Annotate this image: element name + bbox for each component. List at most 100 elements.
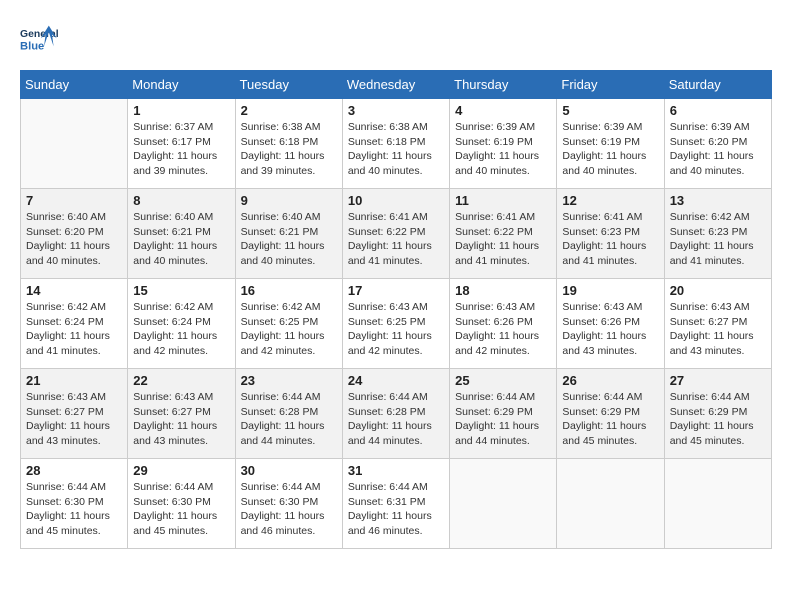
calendar-cell: 22Sunrise: 6:43 AMSunset: 6:27 PMDayligh… bbox=[128, 369, 235, 459]
header-sunday: Sunday bbox=[21, 71, 128, 99]
calendar-header-row: SundayMondayTuesdayWednesdayThursdayFrid… bbox=[21, 71, 772, 99]
day-number: 13 bbox=[670, 193, 766, 208]
calendar-cell: 24 Sunrise: 6:44 AMSunset: 6:28 PMDayligh… bbox=[342, 369, 449, 459]
day-info: Sunrise: 6:44 AMSunset: 6:29 PMDaylight:… bbox=[455, 390, 551, 449]
calendar-cell: 9 Sunrise: 6:40 AMSunset: 6:21 PMDaylight… bbox=[235, 189, 342, 279]
day-info: Sunrise: 6:40 AMSunset: 6:21 PMDaylight:… bbox=[241, 210, 337, 269]
day-number: 4 bbox=[455, 103, 551, 118]
calendar-cell: 30Sunrise: 6:44 AMSunset: 6:30 PMDayligh… bbox=[235, 459, 342, 549]
calendar-cell: 29Sunrise: 6:44 AMSunset: 6:30 PMDayligh… bbox=[128, 459, 235, 549]
calendar-cell: 23 Sunrise: 6:44 AMSunset: 6:28 PMDayligh… bbox=[235, 369, 342, 459]
day-number: 23 bbox=[241, 373, 337, 388]
day-number: 9 bbox=[241, 193, 337, 208]
calendar-week-row: 21 Sunrise: 6:43 AMSunset: 6:27 PMDayligh… bbox=[21, 369, 772, 459]
calendar-cell: 16 Sunrise: 6:42 AMSunset: 6:25 PMDayligh… bbox=[235, 279, 342, 369]
day-info: Sunrise: 6:40 AMSunset: 6:20 PMDaylight:… bbox=[26, 210, 122, 269]
day-info: Sunrise: 6:43 AMSunset: 6:27 PMDaylight:… bbox=[26, 390, 122, 449]
calendar-cell: 10 Sunrise: 6:41 AMSunset: 6:22 PMDayligh… bbox=[342, 189, 449, 279]
day-info: Sunrise: 6:40 AMSunset: 6:21 PMDaylight:… bbox=[133, 210, 229, 269]
logo: General Blue bbox=[20, 20, 65, 60]
day-number: 21 bbox=[26, 373, 122, 388]
header-saturday: Saturday bbox=[664, 71, 771, 99]
day-info: Sunrise: 6:44 AMSunset: 6:29 PMDaylight:… bbox=[670, 390, 766, 449]
day-number: 14 bbox=[26, 283, 122, 298]
calendar-cell: 31Sunrise: 6:44 AMSunset: 6:31 PMDayligh… bbox=[342, 459, 449, 549]
day-info: Sunrise: 6:43 AMSunset: 6:27 PMDaylight:… bbox=[670, 300, 766, 359]
logo-icon: General Blue bbox=[20, 20, 60, 60]
day-number: 6 bbox=[670, 103, 766, 118]
day-info: Sunrise: 6:38 AMSunset: 6:18 PMDaylight:… bbox=[241, 120, 337, 179]
day-info: Sunrise: 6:39 AMSunset: 6:19 PMDaylight:… bbox=[455, 120, 551, 179]
day-number: 5 bbox=[562, 103, 658, 118]
calendar-cell: 11Sunrise: 6:41 AMSunset: 6:22 PMDayligh… bbox=[450, 189, 557, 279]
day-number: 7 bbox=[26, 193, 122, 208]
calendar-cell: 7 Sunrise: 6:40 AMSunset: 6:20 PMDaylight… bbox=[21, 189, 128, 279]
calendar-cell: 12 Sunrise: 6:41 AMSunset: 6:23 PMDayligh… bbox=[557, 189, 664, 279]
calendar-cell: 2 Sunrise: 6:38 AMSunset: 6:18 PMDaylight… bbox=[235, 99, 342, 189]
calendar-week-row: 14 Sunrise: 6:42 AMSunset: 6:24 PMDayligh… bbox=[21, 279, 772, 369]
calendar-cell: 4 Sunrise: 6:39 AMSunset: 6:19 PMDaylight… bbox=[450, 99, 557, 189]
day-info: Sunrise: 6:38 AMSunset: 6:18 PMDaylight:… bbox=[348, 120, 444, 179]
day-number: 18 bbox=[455, 283, 551, 298]
day-number: 30 bbox=[241, 463, 337, 478]
day-info: Sunrise: 6:43 AMSunset: 6:26 PMDaylight:… bbox=[562, 300, 658, 359]
calendar-cell: 19 Sunrise: 6:43 AMSunset: 6:26 PMDayligh… bbox=[557, 279, 664, 369]
day-info: Sunrise: 6:42 AMSunset: 6:24 PMDaylight:… bbox=[133, 300, 229, 359]
svg-text:Blue: Blue bbox=[20, 41, 44, 53]
header-thursday: Thursday bbox=[450, 71, 557, 99]
day-info: Sunrise: 6:43 AMSunset: 6:26 PMDaylight:… bbox=[455, 300, 551, 359]
day-number: 22 bbox=[133, 373, 229, 388]
calendar-week-row: 1Sunrise: 6:37 AMSunset: 6:17 PMDaylight… bbox=[21, 99, 772, 189]
day-number: 2 bbox=[241, 103, 337, 118]
day-number: 24 bbox=[348, 373, 444, 388]
calendar-cell: 5 Sunrise: 6:39 AMSunset: 6:19 PMDaylight… bbox=[557, 99, 664, 189]
day-info: Sunrise: 6:42 AMSunset: 6:25 PMDaylight:… bbox=[241, 300, 337, 359]
header-monday: Monday bbox=[128, 71, 235, 99]
day-number: 16 bbox=[241, 283, 337, 298]
calendar-cell: 17 Sunrise: 6:43 AMSunset: 6:25 PMDayligh… bbox=[342, 279, 449, 369]
page-header: General Blue bbox=[20, 20, 772, 60]
header-friday: Friday bbox=[557, 71, 664, 99]
calendar-cell: 13 Sunrise: 6:42 AMSunset: 6:23 PMDayligh… bbox=[664, 189, 771, 279]
day-number: 25 bbox=[455, 373, 551, 388]
calendar-cell bbox=[557, 459, 664, 549]
day-number: 31 bbox=[348, 463, 444, 478]
header-tuesday: Tuesday bbox=[235, 71, 342, 99]
day-number: 29 bbox=[133, 463, 229, 478]
day-number: 10 bbox=[348, 193, 444, 208]
day-number: 12 bbox=[562, 193, 658, 208]
day-number: 19 bbox=[562, 283, 658, 298]
day-info: Sunrise: 6:44 AMSunset: 6:28 PMDaylight:… bbox=[241, 390, 337, 449]
calendar-cell: 27 Sunrise: 6:44 AMSunset: 6:29 PMDayligh… bbox=[664, 369, 771, 459]
calendar-cell: 14Sunrise: 6:42 AMSunset: 6:24 PMDayligh… bbox=[21, 279, 128, 369]
calendar-cell: 28 Sunrise: 6:44 AMSunset: 6:30 PMDayligh… bbox=[21, 459, 128, 549]
calendar-week-row: 7 Sunrise: 6:40 AMSunset: 6:20 PMDaylight… bbox=[21, 189, 772, 279]
day-info: Sunrise: 6:41 AMSunset: 6:22 PMDaylight:… bbox=[348, 210, 444, 269]
calendar-cell: 18 Sunrise: 6:43 AMSunset: 6:26 PMDayligh… bbox=[450, 279, 557, 369]
day-info: Sunrise: 6:39 AMSunset: 6:20 PMDaylight:… bbox=[670, 120, 766, 179]
day-info: Sunrise: 6:44 AMSunset: 6:28 PMDaylight:… bbox=[348, 390, 444, 449]
calendar-cell bbox=[21, 99, 128, 189]
day-number: 27 bbox=[670, 373, 766, 388]
day-number: 3 bbox=[348, 103, 444, 118]
header-wednesday: Wednesday bbox=[342, 71, 449, 99]
calendar-week-row: 28 Sunrise: 6:44 AMSunset: 6:30 PMDayligh… bbox=[21, 459, 772, 549]
calendar-table: SundayMondayTuesdayWednesdayThursdayFrid… bbox=[20, 70, 772, 549]
day-info: Sunrise: 6:39 AMSunset: 6:19 PMDaylight:… bbox=[562, 120, 658, 179]
calendar-cell: 3 Sunrise: 6:38 AMSunset: 6:18 PMDaylight… bbox=[342, 99, 449, 189]
day-number: 17 bbox=[348, 283, 444, 298]
day-number: 26 bbox=[562, 373, 658, 388]
day-info: Sunrise: 6:41 AMSunset: 6:23 PMDaylight:… bbox=[562, 210, 658, 269]
day-number: 28 bbox=[26, 463, 122, 478]
calendar-cell: 8 Sunrise: 6:40 AMSunset: 6:21 PMDaylight… bbox=[128, 189, 235, 279]
calendar-cell: 21 Sunrise: 6:43 AMSunset: 6:27 PMDayligh… bbox=[21, 369, 128, 459]
day-info: Sunrise: 6:42 AMSunset: 6:23 PMDaylight:… bbox=[670, 210, 766, 269]
day-info: Sunrise: 6:43 AMSunset: 6:25 PMDaylight:… bbox=[348, 300, 444, 359]
day-info: Sunrise: 6:44 AMSunset: 6:30 PMDaylight:… bbox=[26, 480, 122, 539]
calendar-cell: 20Sunrise: 6:43 AMSunset: 6:27 PMDayligh… bbox=[664, 279, 771, 369]
calendar-cell: 26Sunrise: 6:44 AMSunset: 6:29 PMDayligh… bbox=[557, 369, 664, 459]
calendar-cell bbox=[450, 459, 557, 549]
calendar-cell: 15Sunrise: 6:42 AMSunset: 6:24 PMDayligh… bbox=[128, 279, 235, 369]
day-number: 8 bbox=[133, 193, 229, 208]
day-info: Sunrise: 6:41 AMSunset: 6:22 PMDaylight:… bbox=[455, 210, 551, 269]
